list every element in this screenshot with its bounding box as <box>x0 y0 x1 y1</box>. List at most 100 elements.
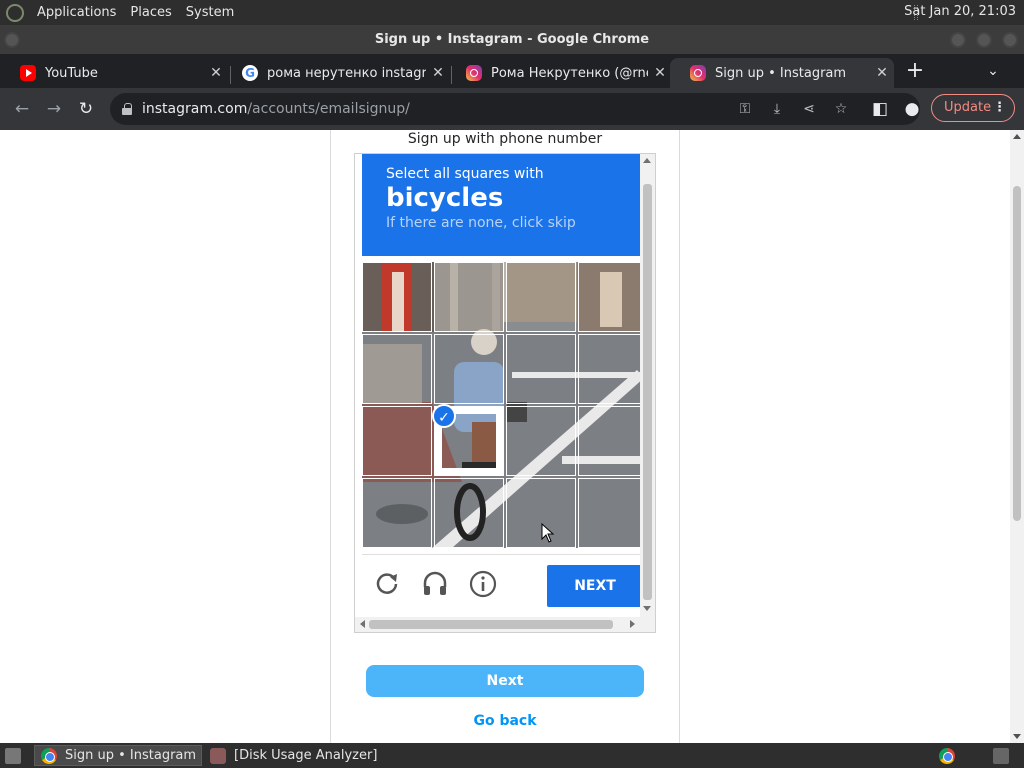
window-menu-icon[interactable] <box>4 32 20 48</box>
signup-next-button[interactable]: Next <box>366 665 644 697</box>
captcha-horizontal-scrollbar[interactable] <box>355 617 655 632</box>
captcha-footer: NEXT <box>362 554 643 618</box>
bookmark-star-icon[interactable]: ☆ <box>829 97 853 121</box>
captcha-tile[interactable] <box>578 406 640 476</box>
top-panel: Applications Places System Sat Jan 20, 2… <box>0 0 1024 25</box>
instagram-icon <box>690 65 706 81</box>
profile-icon[interactable]: ● <box>900 97 924 121</box>
more-menu-icon[interactable]: ⋮ <box>993 95 1006 121</box>
scroll-down-arrow-icon[interactable] <box>1013 734 1021 739</box>
install-app-icon[interactable]: ⤓ <box>765 97 789 121</box>
tab-search-chevron-down-icon[interactable]: ⌄ <box>982 58 1004 84</box>
audio-headphones-icon[interactable] <box>420 569 450 599</box>
captcha-tile[interactable] <box>434 478 504 548</box>
taskbar-item-label: Sign up • Instagram ... <box>65 748 202 763</box>
desktop-icon <box>5 747 21 764</box>
applications-menu[interactable]: Applications <box>30 5 123 20</box>
captcha-header: Select all squares with bicycles If ther… <box>362 154 640 256</box>
scrollbar-thumb[interactable] <box>369 620 613 629</box>
update-button[interactable]: Update ⋮ <box>931 94 1015 122</box>
tab-strip: YouTube ✕ G рома нерутенко instagram ✕ Р… <box>0 54 1024 88</box>
close-window-button[interactable] <box>1002 32 1018 48</box>
captcha-tile[interactable] <box>506 406 576 476</box>
scroll-up-arrow-icon[interactable] <box>643 158 651 163</box>
forward-arrow-icon[interactable]: → <box>42 97 66 121</box>
tab-label: YouTube <box>45 65 98 81</box>
tab-youtube[interactable]: YouTube ✕ <box>0 58 228 88</box>
captcha-image-grid: ✓ <box>362 262 640 548</box>
gnome-foot-icon[interactable] <box>6 3 24 22</box>
page-scrollbar[interactable] <box>1010 130 1024 743</box>
taskbar-item-disk-usage[interactable]: [Disk Usage Analyzer] <box>204 745 404 766</box>
captcha-tile[interactable] <box>362 406 432 476</box>
bottom-taskbar: Sign up • Instagram ... [Disk Usage Anal… <box>0 743 1024 768</box>
scroll-up-arrow-icon[interactable] <box>1013 134 1021 139</box>
url-path: /accounts/emailsignup/ <box>247 101 410 117</box>
taskbar-item-chrome[interactable]: Sign up • Instagram ... <box>34 745 202 766</box>
instagram-icon <box>466 65 482 81</box>
captcha-tile[interactable] <box>362 262 432 332</box>
window-titlebar[interactable]: Sign up • Instagram - Google Chrome <box>0 25 1024 54</box>
side-panel-icon[interactable]: ◧ <box>868 97 892 121</box>
chrome-icon <box>939 747 955 764</box>
tab-google-search[interactable]: G рома нерутенко instagram ✕ <box>222 58 450 88</box>
tab-label: Sign up • Instagram <box>715 65 847 81</box>
trash-icon[interactable] <box>990 745 1020 766</box>
youtube-icon <box>20 65 36 81</box>
captcha-tile[interactable] <box>578 262 640 332</box>
new-tab-button[interactable]: + <box>902 58 928 84</box>
captcha-tile[interactable] <box>362 334 432 404</box>
lock-icon[interactable] <box>122 103 134 115</box>
scrollbar-thumb[interactable] <box>643 184 652 600</box>
reload-icon[interactable]: ↻ <box>74 97 98 121</box>
checkmark-icon: ✓ <box>432 404 456 428</box>
captcha-instruction: Select all squares with <box>386 166 544 182</box>
captcha-tile[interactable] <box>578 334 640 404</box>
address-bar[interactable]: instagram.com/accounts/emailsignup/ ⚿ ⤓ … <box>110 93 920 125</box>
captcha-next-button[interactable]: NEXT <box>547 565 643 607</box>
reload-icon[interactable] <box>372 569 402 599</box>
captcha-tile[interactable] <box>362 478 432 548</box>
google-icon: G <box>242 65 258 81</box>
maximize-button[interactable] <box>976 32 992 48</box>
scroll-down-arrow-icon[interactable] <box>643 606 651 611</box>
captcha-keyword: bicycles <box>386 183 504 213</box>
window-title: Sign up • Instagram - Google Chrome <box>374 32 650 47</box>
close-icon[interactable]: ✕ <box>870 65 894 81</box>
places-menu[interactable]: Places <box>123 5 178 20</box>
show-desktop-icon[interactable] <box>2 745 24 766</box>
minimize-button[interactable] <box>950 32 966 48</box>
browser-toolbar: ← → ↻ instagram.com/accounts/emailsignup… <box>0 88 1024 130</box>
close-icon[interactable]: ✕ <box>648 65 672 81</box>
captcha-vertical-scrollbar[interactable] <box>640 154 655 617</box>
share-icon[interactable]: ⋖ <box>797 97 821 121</box>
go-back-link[interactable]: Go back <box>366 713 644 729</box>
tab-instagram-signup[interactable]: Sign up • Instagram ✕ <box>670 58 894 88</box>
back-arrow-icon[interactable]: ← <box>10 97 34 121</box>
disk-usage-icon <box>210 747 226 764</box>
update-label: Update <box>944 100 992 115</box>
key-icon[interactable]: ⚿ <box>733 97 757 121</box>
clock[interactable]: Sat Jan 20, 21:03 <box>904 4 1016 19</box>
workspace-switcher[interactable] <box>936 745 960 766</box>
tab-instagram-profile[interactable]: Рома Некрутенко (@rnek ✕ <box>446 58 672 88</box>
chrome-icon <box>41 747 57 764</box>
taskbar-item-label: [Disk Usage Analyzer] <box>234 748 378 763</box>
trash-bin-icon <box>993 747 1009 764</box>
phone-signup-text: Sign up with phone number <box>407 131 603 147</box>
captcha-tile[interactable] <box>578 478 640 548</box>
captcha-tile[interactable] <box>506 262 576 332</box>
scroll-right-arrow-icon[interactable] <box>630 620 635 628</box>
captcha-tile-selected[interactable]: ✓ <box>432 404 504 476</box>
page-viewport: Sign up with phone number Select all squ… <box>0 130 1024 743</box>
captcha-tile[interactable] <box>506 334 576 404</box>
info-icon[interactable] <box>468 569 498 599</box>
system-menu[interactable]: System <box>179 5 241 20</box>
recaptcha-challenge: Select all squares with bicycles If ther… <box>354 153 656 633</box>
scroll-left-arrow-icon[interactable] <box>360 620 365 628</box>
captcha-tile[interactable] <box>434 334 504 404</box>
tab-label: рома нерутенко instagram <box>267 65 426 81</box>
scrollbar-thumb[interactable] <box>1013 186 1021 521</box>
captcha-tile[interactable] <box>434 262 504 332</box>
mouse-cursor-icon <box>541 523 555 543</box>
